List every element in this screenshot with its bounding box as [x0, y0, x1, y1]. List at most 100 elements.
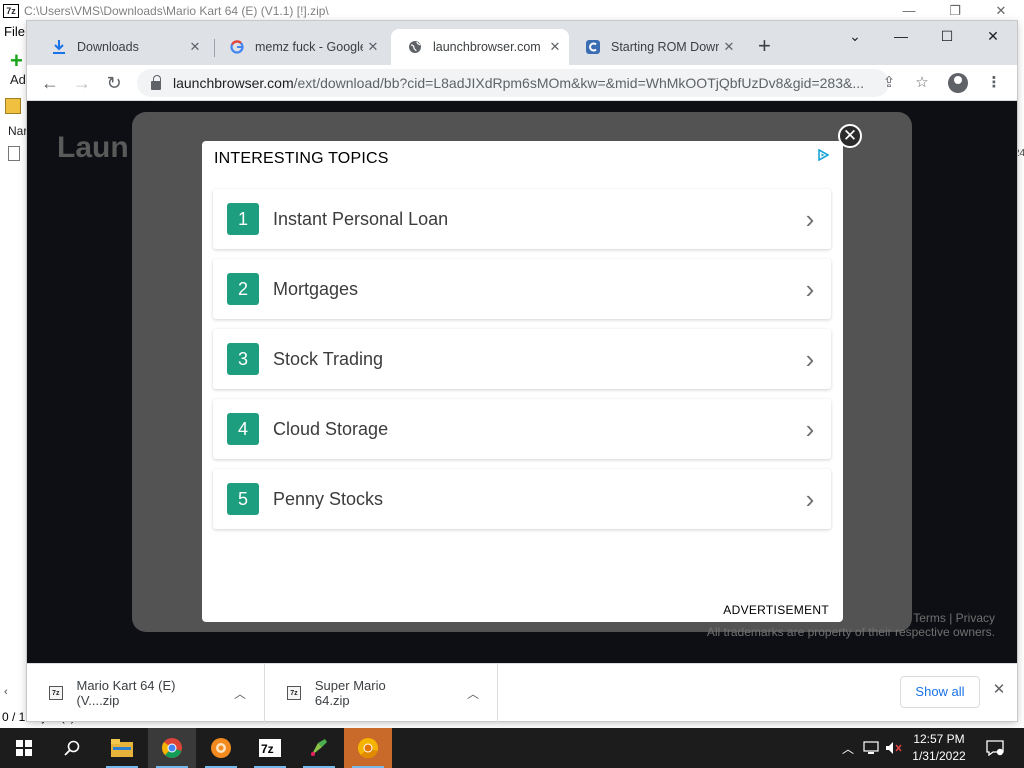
- topic-label[interactable]: Mortgages: [273, 279, 795, 300]
- new-tab-button[interactable]: +: [758, 35, 771, 57]
- scroll-left-icon[interactable]: ‹: [4, 686, 8, 698]
- tab-title: Downloads: [77, 40, 139, 54]
- profile-avatar-icon[interactable]: [948, 73, 968, 93]
- topic-number-badge: 2: [227, 273, 259, 305]
- site-icon: [585, 39, 601, 55]
- 7zip-maximize-button[interactable]: ❐: [932, 0, 978, 22]
- back-arrow-icon[interactable]: ←: [37, 70, 63, 96]
- minimize-button[interactable]: —: [878, 21, 924, 53]
- topic-number-badge: 3: [227, 343, 259, 375]
- network-icon[interactable]: [862, 728, 880, 768]
- address-bar[interactable]: launchbrowser.com/ext/download/bb?cid=L8…: [137, 69, 889, 97]
- chrome-window: Downloads ✕ memz fuck - Google ✕ launchb…: [27, 21, 1017, 722]
- close-shelf-icon[interactable]: ✕: [989, 680, 1009, 698]
- close-window-button[interactable]: ✕: [970, 21, 1016, 53]
- tray-overflow-chevron-icon[interactable]: ︿: [838, 728, 858, 768]
- chevron-up-icon[interactable]: ︿: [234, 685, 246, 702]
- file-explorer-icon[interactable]: [98, 728, 146, 768]
- chevron-right-icon[interactable]: ›: [795, 416, 825, 442]
- download-filename[interactable]: Super Mario 64.zip: [315, 678, 423, 708]
- tab-close-icon[interactable]: ✕: [363, 39, 383, 55]
- file-icon[interactable]: [8, 146, 20, 161]
- download-shelf: 7z Mario Kart 64 (E) (V....zip ︿ 7z Supe…: [27, 663, 1017, 722]
- 7zip-menu-file[interactable]: File: [4, 24, 25, 39]
- tab-close-icon[interactable]: ✕: [719, 39, 739, 55]
- zip-file-icon: 7z: [287, 686, 301, 700]
- 7zip-window-controls: — ❐ ✕: [886, 0, 1024, 22]
- 7zip-column-name[interactable]: Nar: [8, 124, 27, 138]
- chrome-icon[interactable]: [148, 728, 196, 768]
- zip-file-icon: 7z: [49, 686, 63, 700]
- chrome-canary-icon[interactable]: [344, 728, 392, 768]
- tab-close-icon[interactable]: ✕: [185, 39, 205, 55]
- google-icon: [229, 39, 245, 55]
- tab-launchbrowser[interactable]: launchbrowser.com ✕: [391, 29, 569, 65]
- clock-date: 1/31/2022: [912, 749, 966, 763]
- ad-card: INTERESTING TOPICS 1 Instant Personal Lo…: [202, 141, 843, 622]
- download-icon: [51, 39, 67, 55]
- reload-icon[interactable]: ↻: [101, 70, 127, 96]
- tab-title: launchbrowser.com: [433, 40, 541, 54]
- topic-label[interactable]: Instant Personal Loan: [273, 209, 795, 230]
- volume-muted-icon[interactable]: [884, 728, 904, 768]
- show-all-button[interactable]: Show all: [900, 676, 980, 708]
- tab-search-chevron-icon[interactable]: ⌄: [832, 21, 878, 53]
- tab-strip: Downloads ✕ memz fuck - Google ✕ launchb…: [27, 21, 1017, 65]
- notification-center-icon[interactable]: [982, 728, 1008, 768]
- advertisement-label: ADVERTISEMENT: [723, 603, 829, 617]
- 7zip-app-icon[interactable]: 7z: [246, 728, 294, 768]
- download-item[interactable]: 7z Super Mario 64.zip ︿: [265, 664, 498, 722]
- download-item[interactable]: 7z Mario Kart 64 (E) (V....zip ︿: [27, 664, 265, 722]
- topic-number-badge: 1: [227, 203, 259, 235]
- forward-arrow-icon[interactable]: →: [69, 70, 95, 96]
- footer-trademark: All trademarks are property of their res…: [706, 625, 995, 639]
- 7zip-close-button[interactable]: ✕: [978, 0, 1024, 22]
- topic-item[interactable]: 2 Mortgages ›: [213, 259, 831, 319]
- topic-label[interactable]: Stock Trading: [273, 349, 795, 370]
- system-clock[interactable]: 12:57 PM 1/31/2022: [904, 731, 974, 765]
- tab-close-icon[interactable]: ✕: [545, 39, 565, 55]
- 7zip-minimize-button[interactable]: —: [886, 0, 932, 22]
- tab-google-search[interactable]: memz fuck - Google ✕: [213, 29, 387, 65]
- globe-icon: [407, 39, 423, 55]
- topic-item[interactable]: 3 Stock Trading ›: [213, 329, 831, 389]
- browser-orange-icon[interactable]: [197, 728, 245, 768]
- tab-title: memz fuck - Google: [255, 40, 363, 54]
- 7zip-title-path: C:\Users\VMS\Downloads\Mario Kart 64 (E)…: [24, 4, 329, 18]
- paint-app-icon[interactable]: [295, 728, 343, 768]
- menu-kebab-icon[interactable]: ⋮: [981, 70, 1007, 96]
- start-windows-icon[interactable]: [0, 728, 48, 768]
- tab-title: Starting ROM Downl: [611, 40, 719, 54]
- chevron-right-icon[interactable]: ›: [795, 276, 825, 302]
- url-text[interactable]: launchbrowser.com/ext/download/bb?cid=L8…: [173, 75, 873, 91]
- tab-starting-rom-download[interactable]: Starting ROM Downl ✕: [569, 29, 743, 65]
- 7zip-logo-icon: 7z: [3, 4, 19, 18]
- add-plus-icon[interactable]: +: [10, 50, 23, 72]
- chevron-up-icon[interactable]: ︿: [467, 685, 479, 702]
- chevron-right-icon[interactable]: ›: [795, 346, 825, 372]
- url-host: launchbrowser.com: [173, 75, 294, 91]
- folder-up-icon[interactable]: [5, 98, 21, 114]
- ad-title: INTERESTING TOPICS: [214, 150, 389, 167]
- topic-item[interactable]: 1 Instant Personal Loan ›: [213, 189, 831, 249]
- adchoices-icon[interactable]: [817, 149, 829, 161]
- topic-label[interactable]: Cloud Storage: [273, 419, 795, 440]
- lock-icon[interactable]: [151, 74, 161, 90]
- tab-downloads[interactable]: Downloads ✕: [35, 29, 209, 65]
- 7zip-titlebar: 7z C:\Users\VMS\Downloads\Mario Kart 64 …: [0, 0, 1024, 22]
- search-icon[interactable]: [48, 728, 96, 768]
- chevron-right-icon[interactable]: ›: [795, 206, 825, 232]
- url-path: /ext/download/bb?cid=L8adJIXdRpm6sMOm&kw…: [293, 75, 864, 91]
- taskbar: 7z ︿ 12:57 PM 1/31/2022: [0, 728, 1024, 768]
- bookmark-star-icon[interactable]: ☆: [909, 70, 935, 96]
- page-heading: Laun: [57, 131, 129, 164]
- browser-toolbar: ← → ↻ launchbrowser.com/ext/download/bb?…: [27, 65, 1017, 101]
- share-icon[interactable]: ⇪: [876, 70, 902, 96]
- download-filename[interactable]: Mario Kart 64 (E) (V....zip: [77, 678, 216, 708]
- topic-item[interactable]: 4 Cloud Storage ›: [213, 399, 831, 459]
- topic-item[interactable]: 5 Penny Stocks ›: [213, 469, 831, 529]
- topic-number-badge: 4: [227, 413, 259, 445]
- maximize-button[interactable]: ☐: [924, 21, 970, 53]
- chevron-right-icon[interactable]: ›: [795, 486, 825, 512]
- topic-label[interactable]: Penny Stocks: [273, 489, 795, 510]
